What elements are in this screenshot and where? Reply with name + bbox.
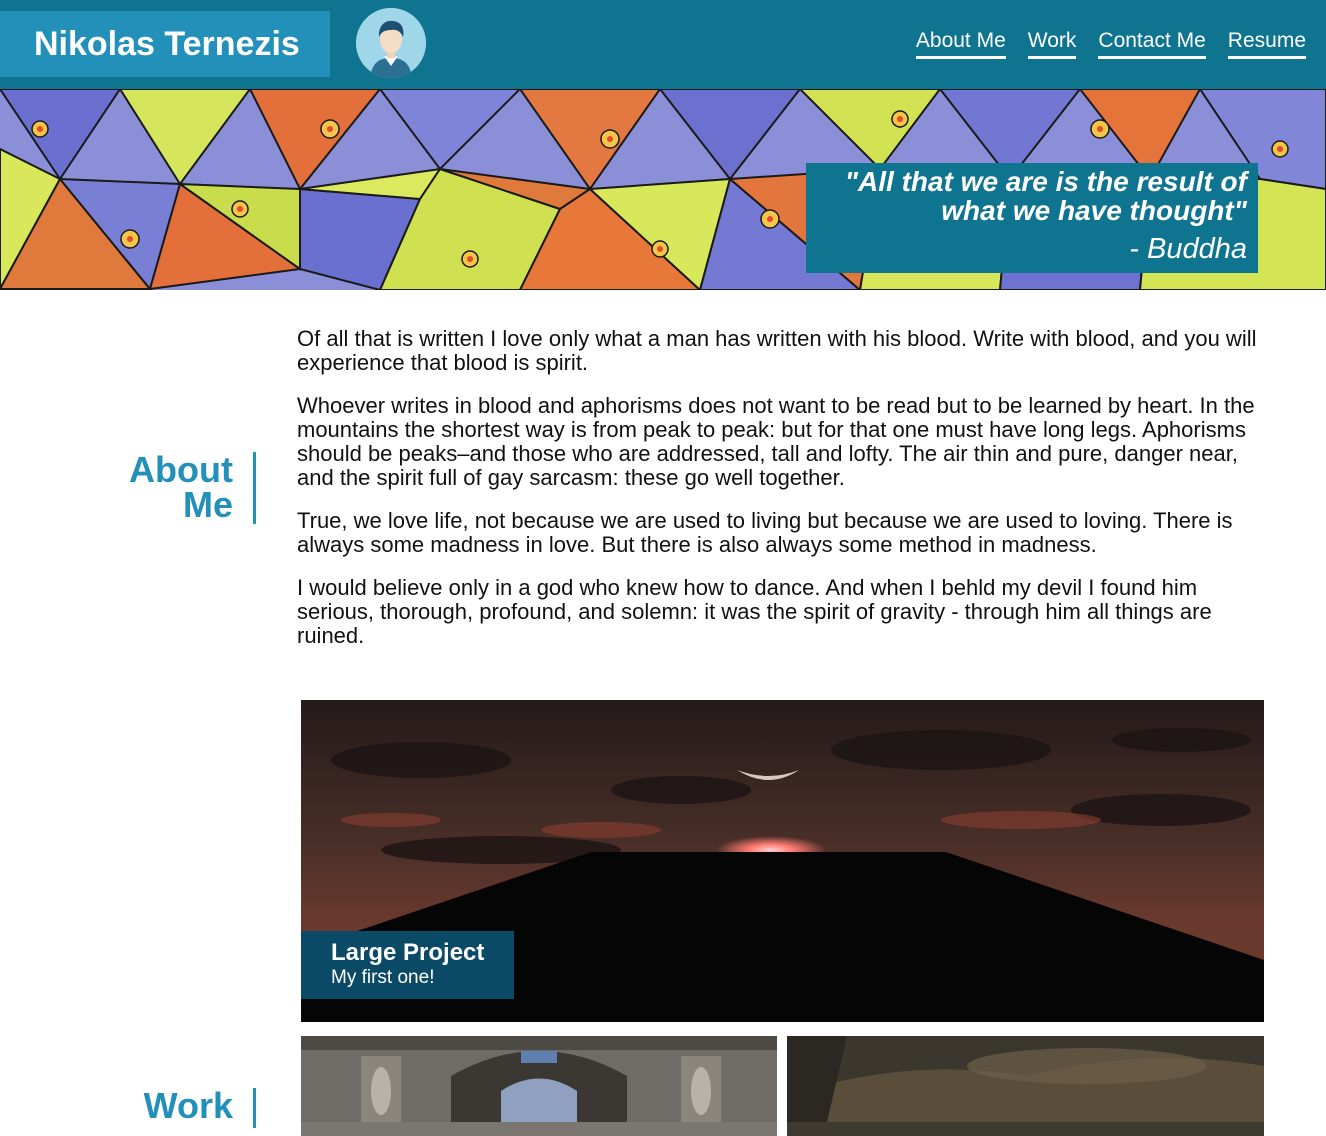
nav-work[interactable]: Work bbox=[1027, 28, 1077, 59]
hero-banner: "All that we are is the result of what w… bbox=[0, 89, 1326, 290]
hero-quote-box: "All that we are is the result of what w… bbox=[806, 163, 1258, 273]
hero-quote-author: - Buddha bbox=[1129, 233, 1247, 265]
work-section-title: Work bbox=[100, 1088, 256, 1128]
about-paragraph: Whoever writes in blood and aphorisms do… bbox=[297, 393, 1255, 490]
project-label: Large Project My first one! bbox=[301, 931, 514, 999]
gallery-hall-image bbox=[301, 1036, 777, 1122]
about-paragraph: Of all that is written I love only what … bbox=[297, 326, 1257, 375]
landscape-painting-image bbox=[787, 1036, 1264, 1122]
about-text: Of all that is written I love only what … bbox=[297, 327, 1272, 667]
site-brand[interactable]: Nikolas Ternezis bbox=[0, 11, 330, 77]
about-section-title: About Me bbox=[100, 452, 256, 524]
hero-quote-text: "All that we are is the result of what w… bbox=[844, 166, 1247, 226]
project-subtitle: My first one! bbox=[331, 967, 435, 988]
project-name: Large Project bbox=[331, 939, 485, 966]
nav-about-me[interactable]: About Me bbox=[915, 28, 1006, 59]
main-nav: About Me Work Contact Me Resume bbox=[915, 28, 1306, 59]
about-paragraph: I would believe only in a god who knew h… bbox=[297, 575, 1212, 648]
project-thumbnail[interactable] bbox=[301, 1036, 777, 1136]
nav-contact-me[interactable]: Contact Me bbox=[1098, 28, 1206, 59]
site-header: Nikolas Ternezis About Me Work Contact M… bbox=[0, 0, 1326, 89]
user-avatar-icon bbox=[356, 8, 426, 78]
about-paragraph: True, we love life, not because we are u… bbox=[297, 508, 1233, 557]
large-project-card[interactable]: Large Project My first one! bbox=[301, 700, 1264, 1022]
project-thumbnail[interactable] bbox=[787, 1036, 1264, 1136]
nav-resume[interactable]: Resume bbox=[1227, 28, 1306, 59]
